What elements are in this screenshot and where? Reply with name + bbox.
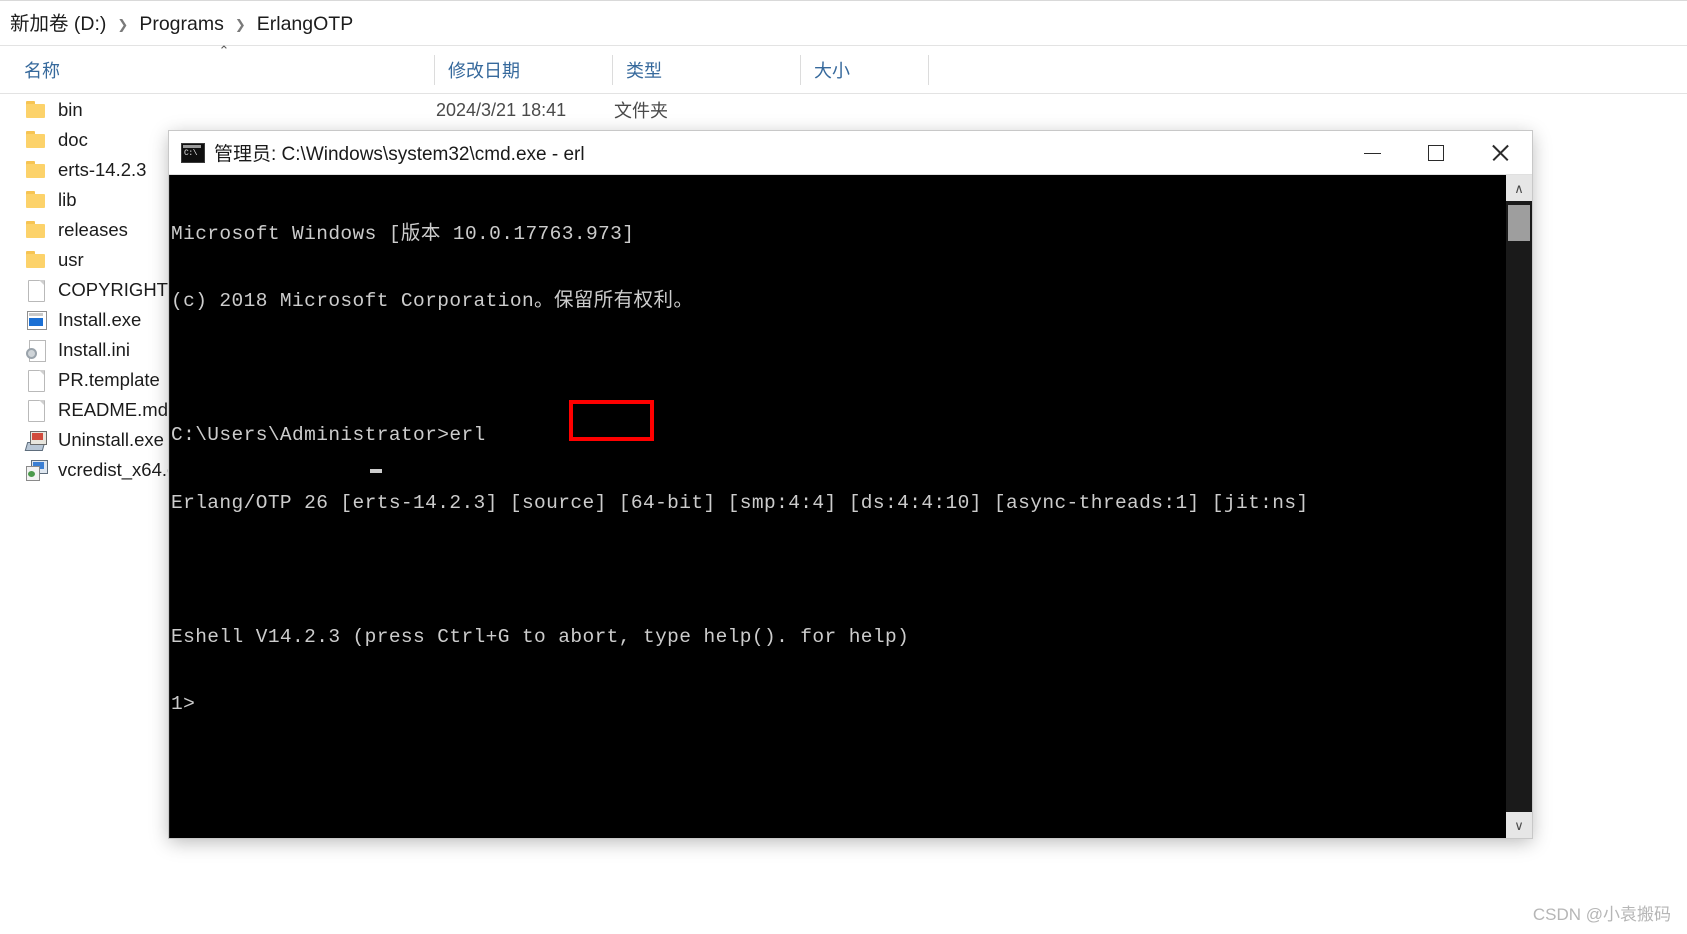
breadcrumb-item-drive[interactable]: 新加卷 (D:)	[8, 10, 108, 38]
console-text: Microsoft Windows [版本 10.0.17763.973] (c…	[171, 178, 1309, 760]
folder-icon	[26, 250, 48, 270]
command-prompt-window[interactable]: C:\ 管理员: C:\Windows\system32\cmd.exe - e…	[169, 131, 1532, 838]
file-icon	[26, 280, 48, 302]
file-name: COPYRIGHT	[58, 279, 168, 300]
folder-icon	[26, 190, 48, 210]
column-header-size[interactable]: 大小	[802, 47, 930, 93]
console-line: C:\Users\Administrator>erl	[171, 424, 486, 447]
file-type: 文件夹	[614, 101, 668, 121]
file-date-modified: 2024/3/21 18:41	[436, 99, 567, 120]
column-divider[interactable]	[928, 55, 929, 85]
file-name: Install.exe	[58, 309, 142, 330]
maximize-icon	[1428, 144, 1444, 161]
close-icon	[1490, 143, 1510, 163]
file-name: Install.ini	[58, 339, 130, 360]
console-scrollbar[interactable]: ∧ ∨	[1506, 175, 1532, 838]
file-name: erts-14.2.3	[58, 159, 147, 180]
breadcrumb-separator-icon: ❯	[234, 16, 246, 32]
scroll-down-icon[interactable]: ∨	[1506, 812, 1532, 838]
file-name: doc	[58, 129, 88, 150]
file-name: README.md	[58, 399, 168, 420]
setup-icon	[24, 430, 48, 451]
list-item[interactable]: bin 2024/3/21 18:41 文件夹	[0, 95, 1687, 125]
console-title: 管理员: C:\Windows\system32\cmd.exe - erl	[214, 144, 585, 165]
column-header-row: 名称 修改日期 类型 大小	[0, 47, 1687, 94]
console-line: 1>	[171, 693, 196, 716]
scroll-up-icon[interactable]: ∧	[1506, 175, 1532, 201]
sort-ascending-icon: ⌃	[218, 43, 230, 58]
folder-icon	[26, 130, 48, 150]
configuration-icon	[26, 340, 48, 362]
folder-icon	[26, 160, 48, 180]
console-line: Erlang/OTP 26 [erts-14.2.3] [source] [64…	[171, 491, 1309, 514]
file-name: Uninstall.exe	[58, 429, 164, 450]
console-line: Eshell V14.2.3 (press Ctrl+G to abort, t…	[171, 626, 910, 649]
console-line: Microsoft Windows [版本 10.0.17763.973]	[171, 222, 635, 245]
file-icon	[26, 370, 48, 392]
cmd-icon: C:\	[181, 142, 205, 163]
minimize-button[interactable]	[1340, 131, 1404, 174]
installer-icon	[26, 460, 48, 481]
column-header-date-modified[interactable]: 修改日期	[436, 47, 614, 93]
breadcrumb-item-erlangotp[interactable]: ErlangOTP	[255, 10, 355, 38]
breadcrumb-item-programs[interactable]: Programs	[137, 10, 226, 38]
console-line: (c) 2018 Microsoft Corporation。保留所有权利。	[171, 290, 694, 313]
maximize-button[interactable]	[1404, 131, 1468, 174]
column-divider[interactable]	[434, 55, 435, 85]
folder-icon	[26, 100, 48, 120]
minimize-icon	[1363, 153, 1381, 154]
folder-icon	[26, 220, 48, 240]
console-output-area[interactable]: Microsoft Windows [版本 10.0.17763.973] (c…	[169, 175, 1532, 838]
file-name: bin	[58, 99, 83, 120]
file-name: usr	[58, 249, 84, 270]
file-name: lib	[58, 189, 77, 210]
scrollbar-thumb[interactable]	[1508, 205, 1530, 241]
watermark: CSDN @小袁搬码	[1532, 905, 1671, 924]
text-cursor	[370, 469, 382, 473]
breadcrumb-separator-icon: ❯	[117, 16, 129, 32]
address-bar[interactable]: 新加卷 (D:) ❯ Programs ❯ ErlangOTP	[0, 2, 1687, 46]
application-icon	[26, 310, 48, 330]
file-icon	[26, 400, 48, 422]
column-divider[interactable]	[800, 55, 801, 85]
file-name: releases	[58, 219, 128, 240]
file-name: vcredist_x64.ex	[58, 459, 187, 480]
column-header-type[interactable]: 类型	[614, 47, 802, 93]
close-button[interactable]	[1468, 131, 1532, 174]
console-title-bar[interactable]: C:\ 管理员: C:\Windows\system32\cmd.exe - e…	[169, 131, 1532, 175]
window-top-divider	[0, 0, 1687, 1]
column-divider[interactable]	[612, 55, 613, 85]
file-name: PR.template	[58, 369, 160, 390]
